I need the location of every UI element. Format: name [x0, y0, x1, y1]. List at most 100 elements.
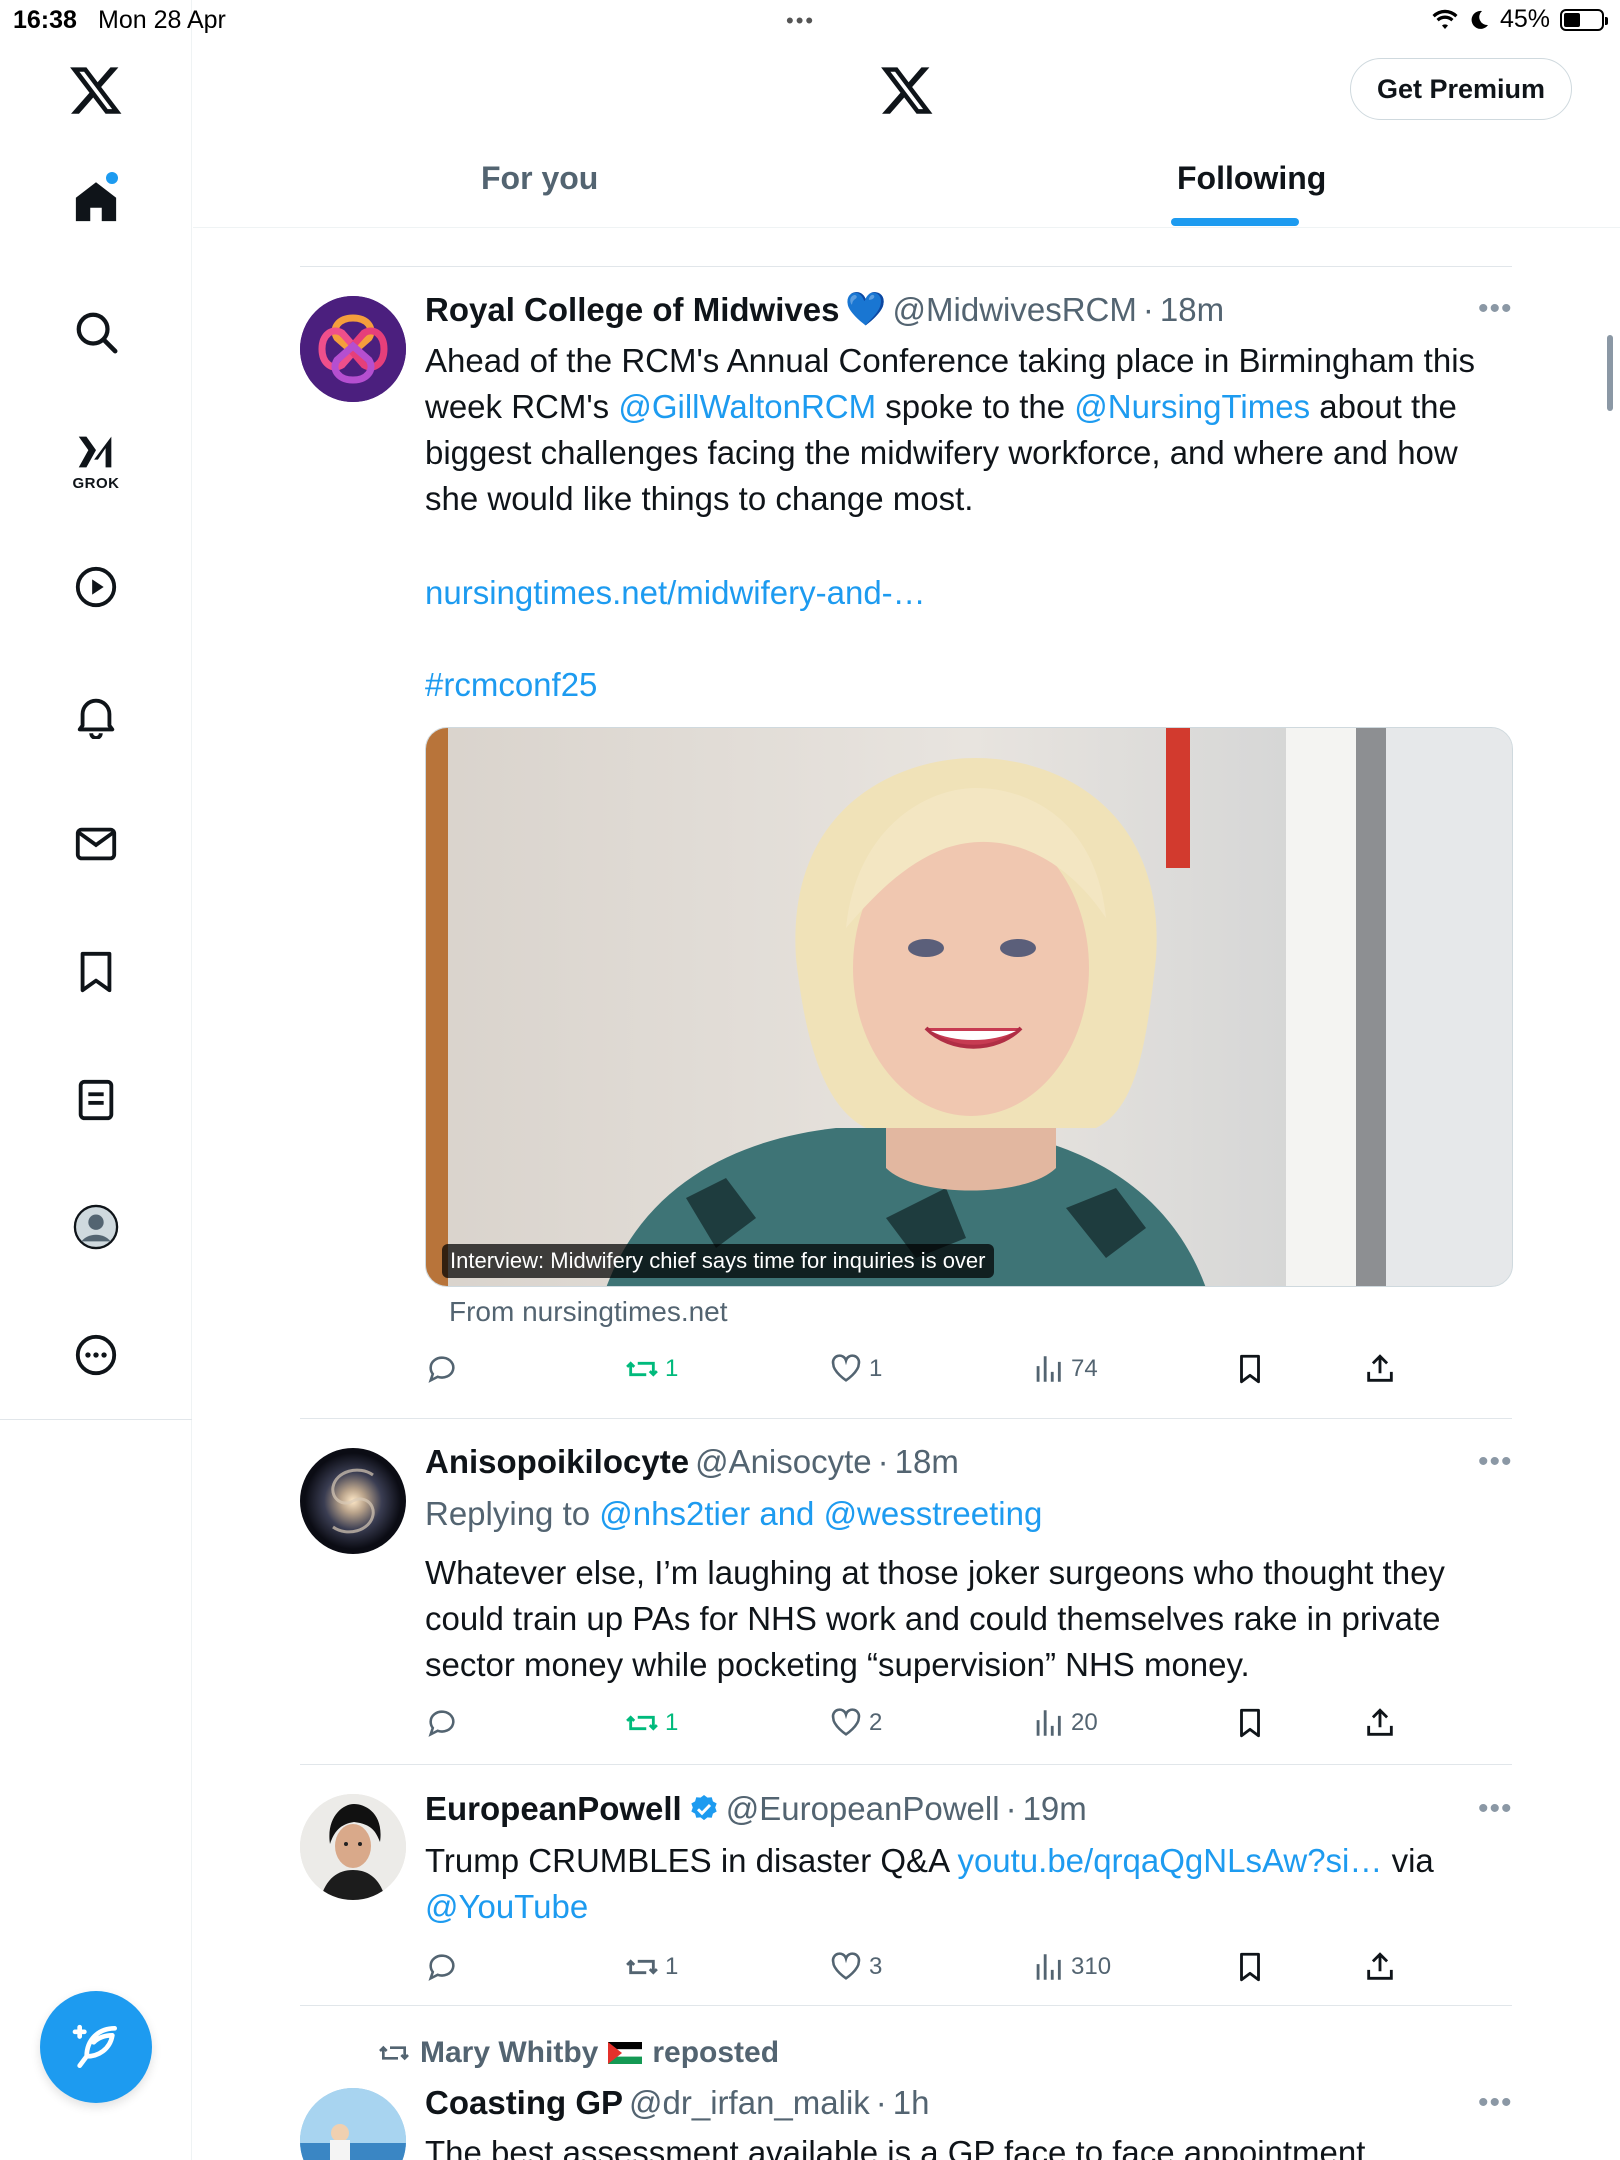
hashtag-link[interactable]: #rcmconf25 [425, 662, 1515, 708]
post-time[interactable]: 1h [893, 2084, 930, 2122]
reposter-name[interactable]: Mary Whitby [420, 2036, 598, 2070]
share-button[interactable] [1363, 1950, 1397, 1984]
like-button[interactable]: 3 [829, 1950, 882, 1984]
display-name[interactable]: Anisopoikilocyte [425, 1443, 689, 1481]
user-handle[interactable]: @MidwivesRCM [893, 291, 1137, 329]
post-time[interactable]: 19m [1023, 1790, 1087, 1828]
link-card-title: Interview: Midwifery chief says time for… [442, 1244, 994, 1278]
display-name[interactable]: Royal College of Midwives [425, 291, 839, 329]
home-notification-dot [106, 172, 118, 184]
mention-link[interactable]: @GillWaltonRCM [618, 388, 876, 425]
user-handle[interactable]: @dr_irfan_malik [629, 2084, 870, 2122]
play-icon [75, 566, 117, 608]
sidebar-item-videos[interactable] [66, 557, 126, 617]
post-text-part: via [1382, 1842, 1434, 1879]
active-tab-indicator [1171, 218, 1299, 226]
reply-mentions[interactable]: @nhs2tier and @wesstreeting [599, 1495, 1042, 1532]
verified-badge-icon [691, 1795, 717, 1821]
reply-icon [428, 1710, 455, 1737]
repost-button[interactable]: 1 [625, 1706, 678, 1740]
reposted-label: reposted [652, 2036, 780, 2069]
post-time[interactable]: 18m [1160, 291, 1224, 329]
more-options-icon[interactable]: ••• [1478, 1445, 1513, 1479]
reply-icon [428, 1356, 455, 1383]
battery-percent: 45% [1499, 5, 1550, 33]
get-premium-button[interactable]: Get Premium [1350, 58, 1572, 120]
mail-icon [75, 827, 117, 861]
repost-icon [626, 1361, 658, 1377]
post-text-part: spoke to the [876, 388, 1075, 425]
replying-to: Replying to @nhs2tier and @wesstreeting [425, 1491, 1515, 1537]
repost-button[interactable]: 1 [625, 1950, 678, 1984]
palestine-flag-icon [608, 2042, 643, 2064]
views-chart-icon [1036, 1710, 1061, 1736]
sidebar-item-explore[interactable] [66, 302, 126, 362]
display-name[interactable]: EuropeanPowell [425, 1790, 682, 1828]
reply-button[interactable] [425, 1352, 465, 1386]
display-name[interactable]: Coasting GP [425, 2084, 623, 2122]
reply-button[interactable] [425, 1950, 465, 1984]
views-button[interactable]: 310 [1031, 1950, 1111, 1984]
more-options-icon[interactable]: ••• [1478, 1792, 1513, 1826]
heart-icon [831, 1952, 861, 1980]
bell-icon [77, 698, 115, 739]
tab-following[interactable]: Following [1177, 160, 1326, 197]
compose-button[interactable] [40, 1991, 152, 2103]
post-divider [300, 266, 1512, 267]
bookmark-button[interactable] [1233, 1352, 1267, 1386]
more-options-icon[interactable]: ••• [1478, 292, 1513, 326]
avatar[interactable] [300, 296, 406, 402]
sidebar-item-grok[interactable] [66, 422, 126, 482]
link-card-image[interactable]: Interview: Midwifery chief says time for… [425, 727, 1513, 1287]
avatar[interactable] [300, 1794, 406, 1900]
user-handle[interactable]: @EuropeanPowell [726, 1790, 1000, 1828]
post-actions: 1 2 20 [425, 1706, 1425, 1746]
post-actions: 1 1 74 [425, 1352, 1425, 1392]
scrollbar-thumb[interactable] [1607, 335, 1613, 411]
like-button[interactable]: 2 [829, 1706, 882, 1740]
repost-icon [626, 1959, 658, 1975]
like-button[interactable]: 1 [829, 1352, 882, 1386]
multitask-dots-icon[interactable]: ••• [786, 8, 815, 34]
post-divider [300, 1418, 1512, 1419]
status-bar: 16:38 Mon 28 Apr ••• 45% [0, 0, 1620, 40]
share-icon [1367, 1952, 1393, 1980]
more-icon [75, 1334, 117, 1376]
sidebar-item-profile[interactable] [66, 1197, 126, 1257]
grok-icon [78, 436, 112, 468]
post-divider [300, 1764, 1512, 1765]
sidebar-item-bookmarks[interactable] [66, 942, 126, 1002]
reply-button[interactable] [425, 1706, 465, 1740]
sidebar-item-lists[interactable] [66, 1070, 126, 1130]
views-button[interactable]: 74 [1031, 1352, 1098, 1386]
sidebar-item-messages[interactable] [66, 814, 126, 874]
bookmark-button[interactable] [1233, 1706, 1267, 1740]
sidebar-item-more[interactable] [66, 1325, 126, 1385]
external-link[interactable]: youtu.be/qrqaQgNLsAw?si… [957, 1842, 1382, 1879]
share-button[interactable] [1363, 1706, 1397, 1740]
mention-link[interactable]: @YouTube [425, 1888, 588, 1925]
sidebar-item-notifications[interactable] [66, 686, 126, 746]
post-header: Coasting GP @dr_irfan_malik · 1h [425, 2084, 930, 2122]
post-header: Royal College of Midwives 💙 @MidwivesRCM… [425, 290, 1224, 329]
external-link[interactable]: nursingtimes.net/midwifery-and-… [425, 570, 1515, 616]
bookmark-icon [80, 951, 112, 993]
avatar[interactable] [300, 1448, 406, 1554]
repost-button[interactable]: 1 [625, 1352, 678, 1386]
view-count: 310 [1071, 1953, 1112, 1980]
user-handle[interactable]: @Anisocyte [695, 1443, 872, 1481]
views-chart-icon [1036, 1356, 1061, 1382]
share-button[interactable] [1363, 1352, 1397, 1386]
bookmark-button[interactable] [1233, 1950, 1267, 1984]
tab-for-you[interactable]: For you [481, 160, 598, 197]
x-logo-icon[interactable] [68, 62, 124, 118]
heart-icon [831, 1354, 861, 1382]
views-button[interactable]: 20 [1031, 1706, 1098, 1740]
heart-icon [831, 1708, 861, 1736]
avatar[interactable] [300, 2088, 406, 2160]
post-actions: 1 3 310 [425, 1950, 1425, 1990]
x-logo-icon[interactable] [879, 62, 935, 118]
mention-link[interactable]: @NursingTimes [1074, 388, 1310, 425]
more-options-icon[interactable]: ••• [1478, 2086, 1513, 2120]
post-time[interactable]: 18m [895, 1443, 959, 1481]
